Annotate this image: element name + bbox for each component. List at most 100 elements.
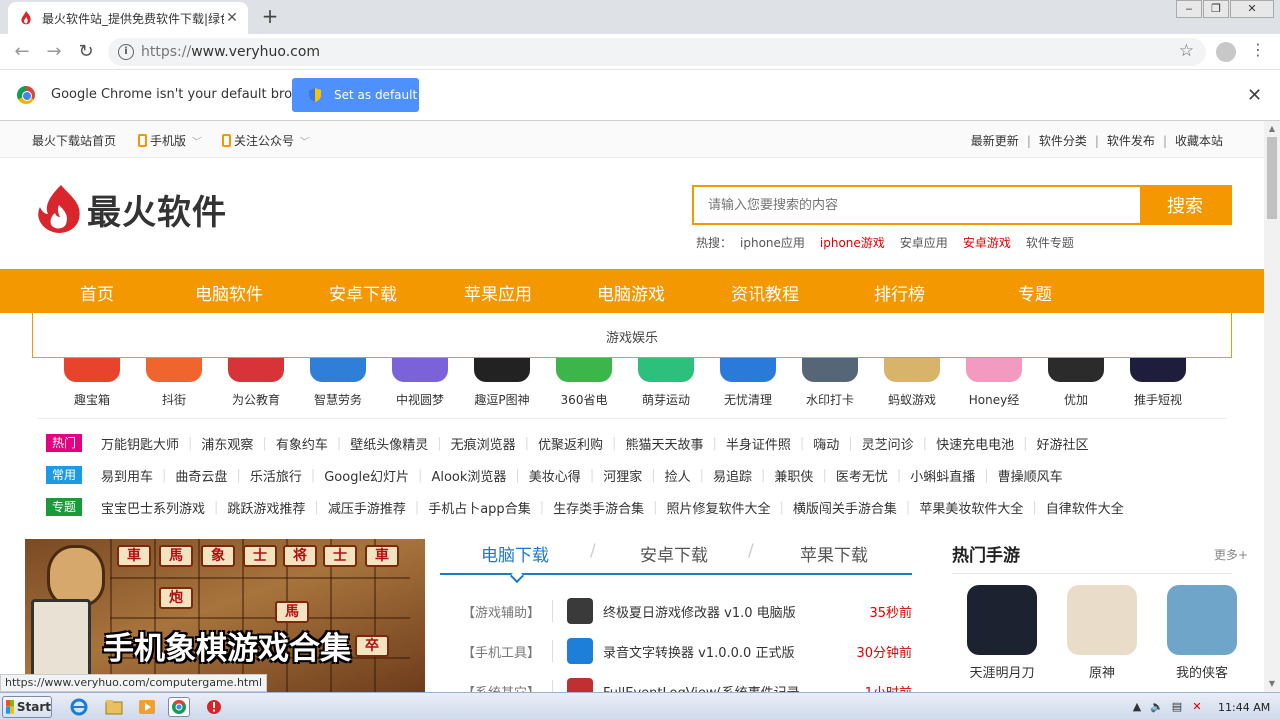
search-button[interactable]: 搜索 — [1140, 187, 1230, 223]
tag-link[interactable]: 小蝌蚪直播 — [910, 466, 975, 485]
set-as-default-button[interactable]: Set as default — [292, 78, 419, 112]
back-arrow-icon[interactable]: ← — [10, 40, 34, 64]
tab-close-icon[interactable]: ✕ — [224, 10, 240, 26]
tray-expand-icon[interactable]: ▲ — [1130, 700, 1144, 714]
nav-pc-software[interactable]: 电脑软件 — [195, 280, 263, 305]
app-item[interactable]: 趣逗P图神 — [462, 358, 542, 408]
tag-link[interactable]: 宝宝巴士系列游戏 — [101, 498, 205, 517]
address-url[interactable]: https://www.veryhuo.com — [141, 44, 320, 60]
close-window-button[interactable]: ✕ — [1230, 0, 1274, 18]
nav-news-tutorials[interactable]: 资讯教程 — [731, 280, 799, 305]
app-item[interactable]: 抖街 — [134, 358, 214, 408]
download-row[interactable]: 【手机工具】 录音文字转换器 v1.0.0.0 正式版 30分钟前 — [462, 636, 912, 666]
scroll-down-arrow-icon[interactable]: ▼ — [1264, 676, 1280, 692]
reload-icon[interactable]: ↻ — [74, 40, 98, 64]
nav-topics[interactable]: 专题 — [1018, 280, 1052, 305]
new-tab-button[interactable]: + — [258, 4, 282, 28]
latest-updates-link[interactable]: 最新更新 — [971, 134, 1019, 148]
explorer-taskbar-icon[interactable] — [103, 697, 125, 717]
app-item[interactable]: 智慧劳务 — [298, 358, 378, 408]
hot-search-link[interactable]: 安卓应用 — [900, 234, 948, 251]
hot-games-more-link[interactable]: 更多+ — [1214, 546, 1248, 563]
tag-link[interactable]: 医考无忧 — [836, 466, 888, 485]
volume-icon[interactable]: 🔈 — [1150, 700, 1164, 714]
nav-pc-games[interactable]: 电脑游戏 — [597, 280, 665, 305]
bookmark-site-link[interactable]: 收藏本站 — [1175, 134, 1223, 148]
download-row[interactable]: 【系统其它】 FullEventLogView(系统事件记录 1小时前 — [462, 676, 912, 692]
chess-games-banner[interactable]: 車 馬 象 士 将 士 車 炮 馬 卒 手机象棋游戏合集 — [25, 539, 425, 692]
chrome-taskbar-icon[interactable] — [168, 697, 190, 717]
profile-avatar-icon[interactable] — [1216, 42, 1236, 62]
hot-search-link[interactable]: iphone应用 — [740, 234, 805, 251]
tag-link[interactable]: 跳跃游戏推荐 — [227, 498, 305, 517]
software-name-link[interactable]: 终极夏日游戏修改器 v1.0 电脑版 — [603, 602, 865, 621]
software-name-link[interactable]: 录音文字转换器 v1.0.0.0 正式版 — [603, 642, 852, 661]
tab-pc-download[interactable]: 电脑下载 — [481, 541, 549, 566]
wechat-follow-link[interactable]: 关注公众号 ﹀ — [222, 132, 308, 149]
site-home-link[interactable]: 最火下载站首页 — [32, 132, 116, 149]
nav-rankings[interactable]: 排行榜 — [874, 280, 925, 305]
tag-link[interactable]: 好游社区 — [1036, 434, 1088, 453]
tag-link[interactable]: 捡人 — [665, 466, 691, 485]
tag-link[interactable]: 易追踪 — [713, 466, 752, 485]
hot-game-item[interactable]: 我的侠客 — [1162, 585, 1242, 681]
tag-link[interactable]: 易到用车 — [101, 466, 153, 485]
tag-link[interactable]: 浦东观察 — [201, 434, 253, 453]
subnav-games-entertainment[interactable]: 游戏娱乐 — [606, 331, 658, 346]
tag-link[interactable]: 快速充电电池 — [936, 434, 1014, 453]
scroll-up-arrow-icon[interactable]: ▲ — [1264, 121, 1280, 137]
download-row[interactable]: 【游戏辅助】 终极夏日游戏修改器 v1.0 电脑版 35秒前 — [462, 596, 912, 626]
app-item[interactable]: 萌芽运动 — [626, 358, 706, 408]
tag-link[interactable]: 河狸家 — [603, 466, 642, 485]
tag-link[interactable]: 壁纸头像精灵 — [350, 434, 428, 453]
hot-game-item[interactable]: 原神 — [1062, 585, 1142, 681]
hot-game-item[interactable]: 天涯明月刀 — [962, 585, 1042, 681]
security-flag-icon[interactable]: ✕ — [1190, 700, 1204, 714]
site-info-icon[interactable]: i — [118, 44, 134, 60]
tag-link[interactable]: Alook浏览器 — [431, 466, 506, 485]
network-icon[interactable]: ▤ — [1170, 700, 1184, 714]
tag-link[interactable]: 灵芝问诊 — [862, 434, 914, 453]
app-item[interactable]: 中视圆梦 — [380, 358, 460, 408]
ie-taskbar-icon[interactable] — [68, 697, 90, 717]
avast-taskbar-icon[interactable] — [203, 697, 225, 717]
tag-link[interactable]: 万能钥匙大师 — [101, 434, 179, 453]
tag-link[interactable]: 半身证件照 — [726, 434, 791, 453]
tag-link[interactable]: 生存类手游合集 — [553, 498, 644, 517]
tag-link[interactable]: 嗨动 — [813, 434, 839, 453]
browser-tab[interactable]: 最火软件站_提供免费软件下载|绿色软件下载 ✕ — [8, 2, 248, 34]
media-player-taskbar-icon[interactable] — [136, 697, 158, 717]
menu-kebab-icon[interactable]: ⋮ — [1250, 40, 1266, 59]
tag-link[interactable]: 有象约车 — [276, 434, 328, 453]
tag-link[interactable]: 美妆心得 — [529, 466, 581, 485]
app-item[interactable]: 360省电 — [544, 358, 624, 408]
tag-link[interactable]: 兼职侠 — [774, 466, 813, 485]
forward-arrow-icon[interactable]: → — [42, 40, 66, 64]
tag-link[interactable]: 照片修复软件大全 — [667, 498, 771, 517]
site-logo[interactable]: 最火软件 — [35, 183, 227, 235]
tag-link[interactable]: 熊猫天天故事 — [625, 434, 703, 453]
software-publish-link[interactable]: 软件发布 — [1107, 134, 1155, 148]
tag-link[interactable]: 手机占卜app合集 — [428, 498, 530, 517]
tag-link[interactable]: 曹操顺风车 — [998, 466, 1063, 485]
hot-search-link[interactable]: 安卓游戏 — [963, 234, 1011, 251]
tag-link[interactable]: Google幻灯片 — [324, 466, 409, 485]
mobile-version-link[interactable]: 手机版 ﹀ — [138, 132, 200, 149]
page-scrollbar[interactable]: ▲ ▼ — [1264, 121, 1280, 692]
tab-android-download[interactable]: 安卓下载 — [640, 541, 708, 566]
address-bar[interactable]: i https://www.veryhuo.com ☆ — [108, 38, 1206, 66]
tag-link[interactable]: 自律软件大全 — [1046, 498, 1124, 517]
clock[interactable]: 11:44 AM — [1218, 701, 1270, 714]
app-item[interactable]: Honey经 — [954, 358, 1034, 408]
app-item[interactable]: 无忧清理 — [708, 358, 788, 408]
nav-home[interactable]: 首页 — [80, 280, 114, 305]
nav-android-download[interactable]: 安卓下载 — [329, 280, 397, 305]
software-categories-link[interactable]: 软件分类 — [1039, 134, 1087, 148]
nav-apple-apps[interactable]: 苹果应用 — [464, 280, 532, 305]
tag-link[interactable]: 横版闯关手游合集 — [793, 498, 897, 517]
app-item[interactable]: 优加 — [1036, 358, 1116, 408]
tag-link[interactable]: 减压手游推荐 — [328, 498, 406, 517]
scrollbar-thumb[interactable] — [1267, 137, 1277, 219]
infobar-close-icon[interactable]: ✕ — [1247, 85, 1262, 106]
bookmark-star-icon[interactable]: ☆ — [1179, 41, 1194, 61]
